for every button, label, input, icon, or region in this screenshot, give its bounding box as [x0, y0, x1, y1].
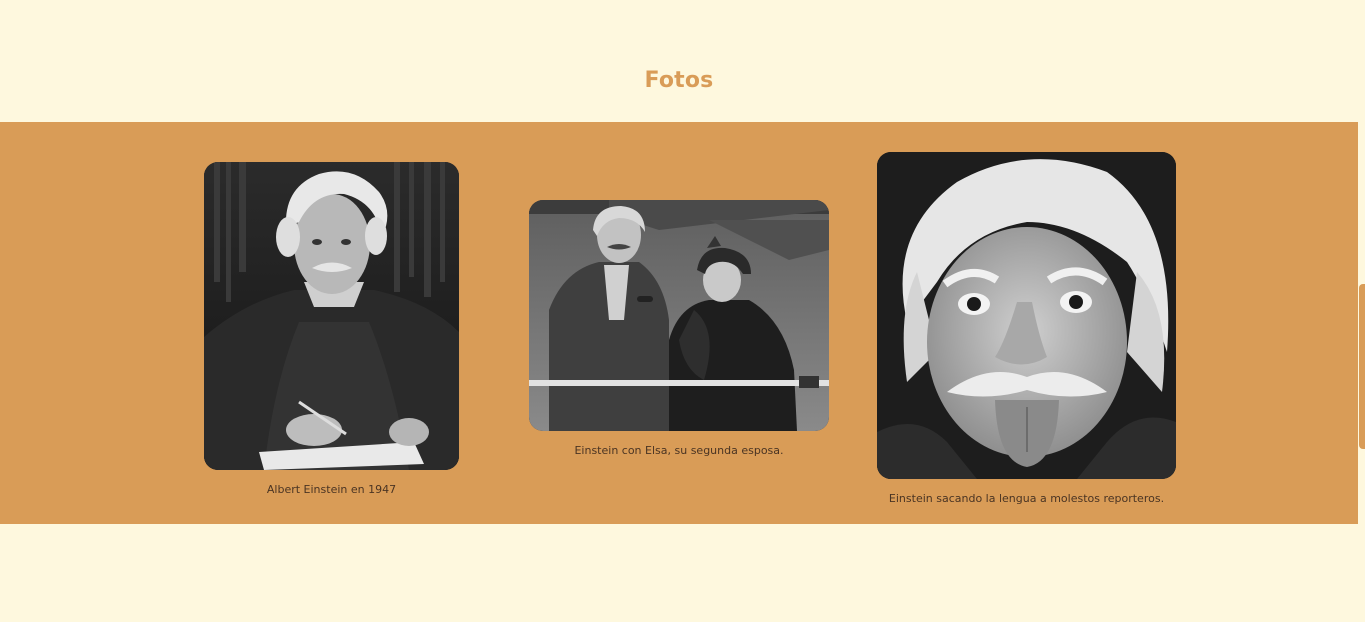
photo-caption: Albert Einstein en 1947: [266, 483, 397, 496]
page-title: Fotos: [644, 68, 714, 93]
einstein-tongue-out-photo: [877, 152, 1176, 479]
einstein-portrait-writing-photo: [204, 162, 459, 470]
photo-caption: Einstein con Elsa, su segunda esposa.: [574, 444, 784, 457]
einstein-and-elsa-photo: [529, 200, 829, 431]
photo-caption: Einstein sacando la lengua a molestos re…: [888, 492, 1165, 505]
scroll-tab[interactable]: [1359, 284, 1365, 449]
